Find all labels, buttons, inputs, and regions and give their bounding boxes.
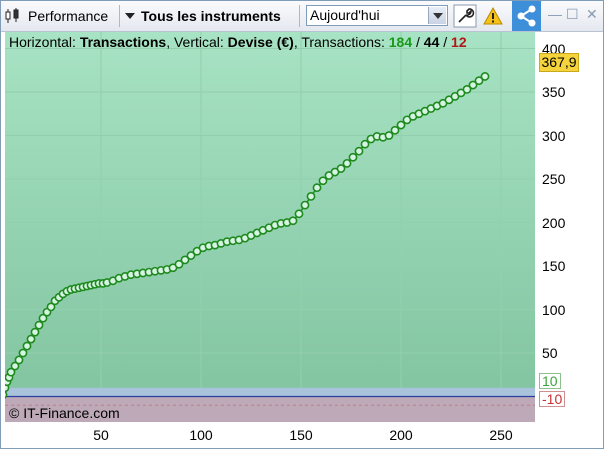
data-point: [14, 355, 24, 365]
chart-svg: [5, 32, 535, 422]
share-icon: [517, 5, 536, 27]
y-tick-label: 300: [542, 127, 566, 144]
data-point: [336, 164, 346, 173]
period-value: Aujourd'hui: [310, 7, 380, 23]
performance-label: Performance: [28, 8, 109, 24]
toolbar-divider: [299, 5, 300, 27]
data-point: [360, 139, 370, 149]
wrench-icon: [453, 4, 477, 28]
warning-icon: [483, 6, 503, 25]
data-point: [30, 327, 40, 337]
minimize-icon[interactable]: —: [548, 6, 562, 22]
toolbar: Performance Tous les instruments Aujourd…: [1, 1, 603, 32]
data-point: [396, 120, 406, 130]
share-button[interactable]: [512, 1, 541, 31]
data-point: [384, 131, 394, 140]
maximize-icon[interactable]: ☐: [566, 6, 579, 23]
warning-button[interactable]: [481, 4, 505, 28]
vertical-label: Vertical:: [173, 34, 224, 50]
horizontal-label: Horizontal:: [9, 34, 76, 50]
data-point: [342, 158, 352, 168]
candlestick-icon: [5, 8, 19, 23]
instruments-label: Tous les instruments: [141, 8, 281, 24]
chevron-down-icon: [125, 13, 135, 19]
last-value-badge: 367,9: [539, 53, 579, 72]
data-point: [348, 152, 358, 162]
performance-menu[interactable]: Performance: [4, 4, 108, 28]
data-point: [22, 341, 32, 351]
count-separator: /: [416, 34, 420, 50]
chevron-down-icon: [433, 13, 443, 19]
chart-header: Horizontal: Transactions, Vertical: Devi…: [9, 34, 467, 50]
transactions-label: Transactions:: [301, 34, 385, 50]
data-point: [354, 146, 364, 156]
profit-band: [5, 387, 535, 397]
data-point: [312, 183, 322, 193]
upper-band-label: 10: [539, 373, 561, 389]
data-point: [34, 320, 44, 330]
count-separator: /: [443, 34, 448, 50]
count-loss: 12: [451, 34, 467, 50]
settings-wrench-button[interactable]: [453, 4, 477, 28]
x-tick-label: 150: [289, 427, 313, 443]
count-mid: 44: [423, 34, 440, 50]
close-icon[interactable]: ✕: [586, 6, 598, 23]
x-tick-label: 200: [389, 427, 413, 443]
period-select[interactable]: Aujourd'hui: [306, 5, 448, 26]
axis-corner: [535, 422, 603, 448]
data-point: [390, 125, 400, 135]
data-point: [294, 209, 304, 219]
data-point: [26, 334, 36, 344]
horizontal-value: Transactions: [79, 34, 167, 50]
x-tick-label: 250: [489, 427, 513, 443]
data-point: [18, 348, 28, 358]
y-tick-label: 250: [542, 171, 566, 187]
data-point: [480, 72, 490, 81]
data-point: [300, 200, 310, 210]
data-point: [288, 216, 298, 226]
y-tick-label: 350: [542, 84, 566, 100]
vertical-value: Devise (€): [227, 34, 294, 50]
window: Performance Tous les instruments Aujourd…: [0, 0, 604, 449]
instruments-dropdown[interactable]: Tous les instruments: [123, 4, 281, 28]
x-tick-label: 100: [189, 427, 213, 443]
data-point: [306, 191, 316, 201]
y-tick-label: 100: [542, 301, 566, 318]
data-point: [318, 176, 328, 186]
lower-band-label: -10: [539, 391, 566, 407]
count-total: 184: [388, 34, 413, 50]
toolbar-divider: [119, 5, 120, 27]
x-tick-label: 50: [93, 427, 109, 443]
y-tick-label: 150: [542, 258, 566, 274]
data-point: [5, 390, 8, 399]
chart-area[interactable]: [5, 32, 535, 422]
combo-dropdown-button[interactable]: [428, 7, 446, 24]
y-tick-label: 50: [542, 345, 558, 361]
y-tick-label: 200: [542, 214, 566, 231]
copyright: © IT-Finance.com: [9, 405, 120, 421]
